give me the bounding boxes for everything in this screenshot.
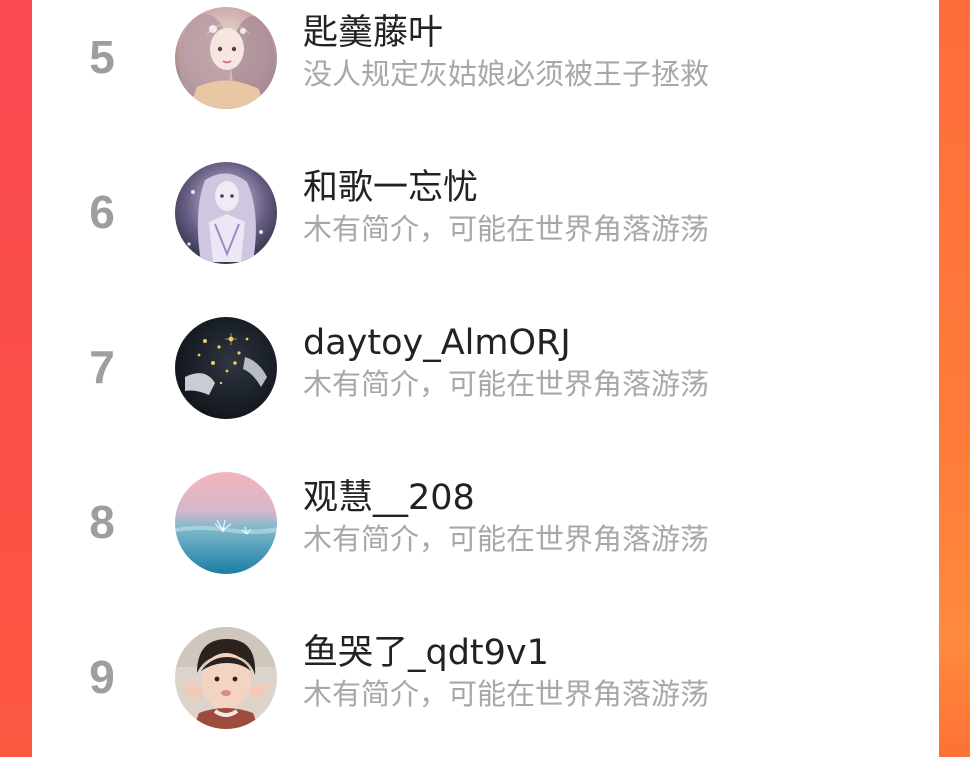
ranking-row[interactable]: 8 观慧__208 木有简介，可能在世界角落游荡: [32, 462, 939, 582]
user-bio: 木有简介，可能在世界角落游荡: [303, 212, 710, 246]
ranking-row[interactable]: 6 和歌一忘忧 木有简介，可能在世界角落游荡: [32, 152, 939, 272]
user-bio: 木有简介，可能在世界角落游荡: [303, 522, 710, 556]
avatar-anime-girl-lavender-image: [175, 162, 277, 264]
right-gradient-border: [939, 0, 970, 757]
user-name[interactable]: 观慧__208: [303, 476, 475, 520]
user-avatar[interactable]: [175, 317, 277, 419]
user-bio: 木有简介，可能在世界角落游荡: [303, 677, 710, 711]
ranking-row[interactable]: 9 鱼哭了_qdt9v1 木有简介，可能在世界角落游荡: [32, 617, 939, 737]
user-name[interactable]: daytoy_AlmORJ: [303, 321, 571, 365]
rank-number: 8: [89, 496, 115, 548]
user-bio: 木有简介，可能在世界角落游荡: [303, 367, 710, 401]
avatar-pink-sea-image: [175, 472, 277, 574]
user-name[interactable]: 和歌一忘忧: [303, 166, 478, 210]
avatar-child-photo-image: [175, 627, 277, 729]
user-avatar[interactable]: [175, 162, 277, 264]
user-avatar[interactable]: [175, 7, 277, 109]
rank-number: 5: [89, 31, 115, 83]
user-name[interactable]: 匙羹藤叶: [303, 11, 443, 55]
avatar-anime-girl-pink-image: [175, 7, 277, 109]
ranking-list-panel: 5 匙羹藤叶 没人规定灰姑娘必须被王子拯救 6 和歌一忘忧 木有简介，可能在世界…: [32, 0, 939, 757]
ranking-row[interactable]: 5 匙羹藤叶 没人规定灰姑娘必须被王子拯救: [32, 0, 939, 117]
rank-number: 7: [89, 341, 115, 393]
rank-number: 9: [89, 651, 115, 703]
user-avatar[interactable]: [175, 627, 277, 729]
user-name[interactable]: 鱼哭了_qdt9v1: [303, 631, 549, 675]
rank-number: 6: [89, 186, 115, 238]
avatar-dark-sparkles-image: [175, 317, 277, 419]
user-bio: 没人规定灰姑娘必须被王子拯救: [303, 57, 710, 91]
user-avatar[interactable]: [175, 472, 277, 574]
left-gradient-border: [0, 0, 32, 757]
ranking-row[interactable]: 7 daytoy_AlmORJ 木有简介，可能在世界角落游荡: [32, 307, 939, 427]
